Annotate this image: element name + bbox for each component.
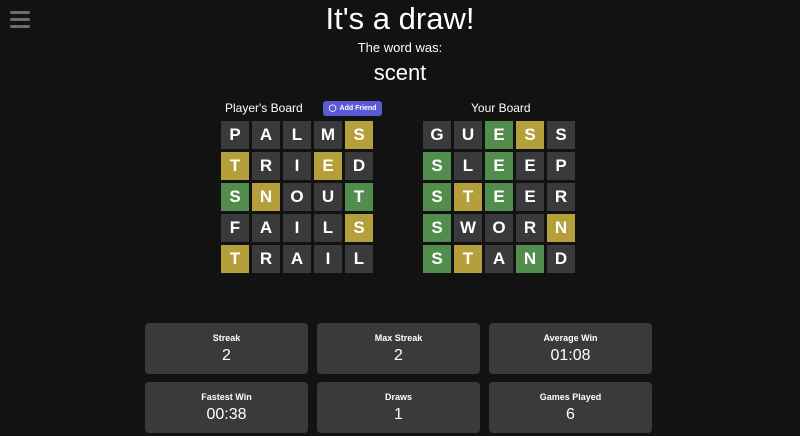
board-tile: N [516,245,544,273]
stat-card: Max Streak 2 [317,323,480,374]
stat-value: 1 [394,406,403,423]
add-friend-label: Add Friend [339,104,377,112]
board-tile: O [283,183,311,211]
board-tile: T [454,245,482,273]
stat-card: Draws 1 [317,382,480,433]
board-tile: L [283,121,311,149]
board-tile: P [547,152,575,180]
board-tile: R [252,245,280,273]
board-tile: A [252,214,280,242]
board-tile: R [252,152,280,180]
board-tile: A [485,245,513,273]
board-tile: P [221,121,249,149]
board-tile: U [454,121,482,149]
stat-card: Games Played 6 [489,382,652,433]
stat-card: Fastest Win 00:38 [145,382,308,433]
stat-value: 01:08 [550,347,591,364]
user-plus-icon: ◯ [328,105,337,112]
answer-word: scent [373,60,427,85]
player-board-header: Player's Board ◯ Add Friend [225,100,383,116]
stat-label: Streak [212,333,241,343]
board-tile: D [547,245,575,273]
stat-label: Draws [384,392,412,402]
board-tile: W [454,214,482,242]
board-tile: R [547,183,575,211]
board-tile: F [221,214,249,242]
board-tile: U [314,183,342,211]
board-tile: E [516,152,544,180]
board-tile: S [345,214,373,242]
stat-card: Streak 2 [145,323,308,374]
your-board-title: Your Board [471,101,531,115]
stat-value: 00:38 [206,406,247,423]
board-tile: I [283,214,311,242]
stat-value: 2 [394,347,403,364]
board-tile: S [547,121,575,149]
board-tile: T [454,183,482,211]
stats-grid: Streak 2 Max Streak 2 Average Win 01:08 Fastes… [145,323,652,433]
stat-label: Average Win [543,333,598,343]
stat-label: Max Streak [374,333,423,343]
board-tile: E [485,152,513,180]
board-tile: G [423,121,451,149]
stat-value: 6 [566,406,575,423]
board-tile: N [547,214,575,242]
board-tile: T [221,152,249,180]
board-tile: O [485,214,513,242]
board-tile: T [221,245,249,273]
board-tile: E [485,183,513,211]
board-tile: L [345,245,373,273]
board-tile: S [345,121,373,149]
board-tile: E [516,183,544,211]
board-tile: D [345,152,373,180]
stat-label: Fastest Win [201,392,252,402]
board-tile: S [423,183,451,211]
board-tile: S [423,214,451,242]
stat-card: Average Win 01:08 [489,323,652,374]
board-tile: S [423,152,451,180]
board-tile: S [221,183,249,211]
board-tile: L [454,152,482,180]
board-tile: M [314,121,342,149]
board-tile: S [516,121,544,149]
board-tile: L [314,214,342,242]
stat-value: 2 [222,347,231,364]
board-tile: E [485,121,513,149]
player-board: PALMSTRIEDSNOUTFAILSTRAIL [221,121,373,273]
board-tile: I [314,245,342,273]
result-subtitle: The word was: [357,40,443,55]
add-friend-button[interactable]: ◯ Add Friend [322,100,383,116]
board-tile: S [423,245,451,273]
board-tile: A [283,245,311,273]
board-tile: N [252,183,280,211]
player-board-title: Player's Board [225,101,303,115]
result-title: It's a draw! [325,1,475,36]
board-tile: R [516,214,544,242]
board-tile: A [252,121,280,149]
board-tile: T [345,183,373,211]
your-board: GUESSSLEEPSTEERSWORNSTAND [423,121,575,273]
board-tile: E [314,152,342,180]
board-tile: I [283,152,311,180]
your-board-header: Your Board [471,100,531,116]
stat-label: Games Played [539,392,602,402]
